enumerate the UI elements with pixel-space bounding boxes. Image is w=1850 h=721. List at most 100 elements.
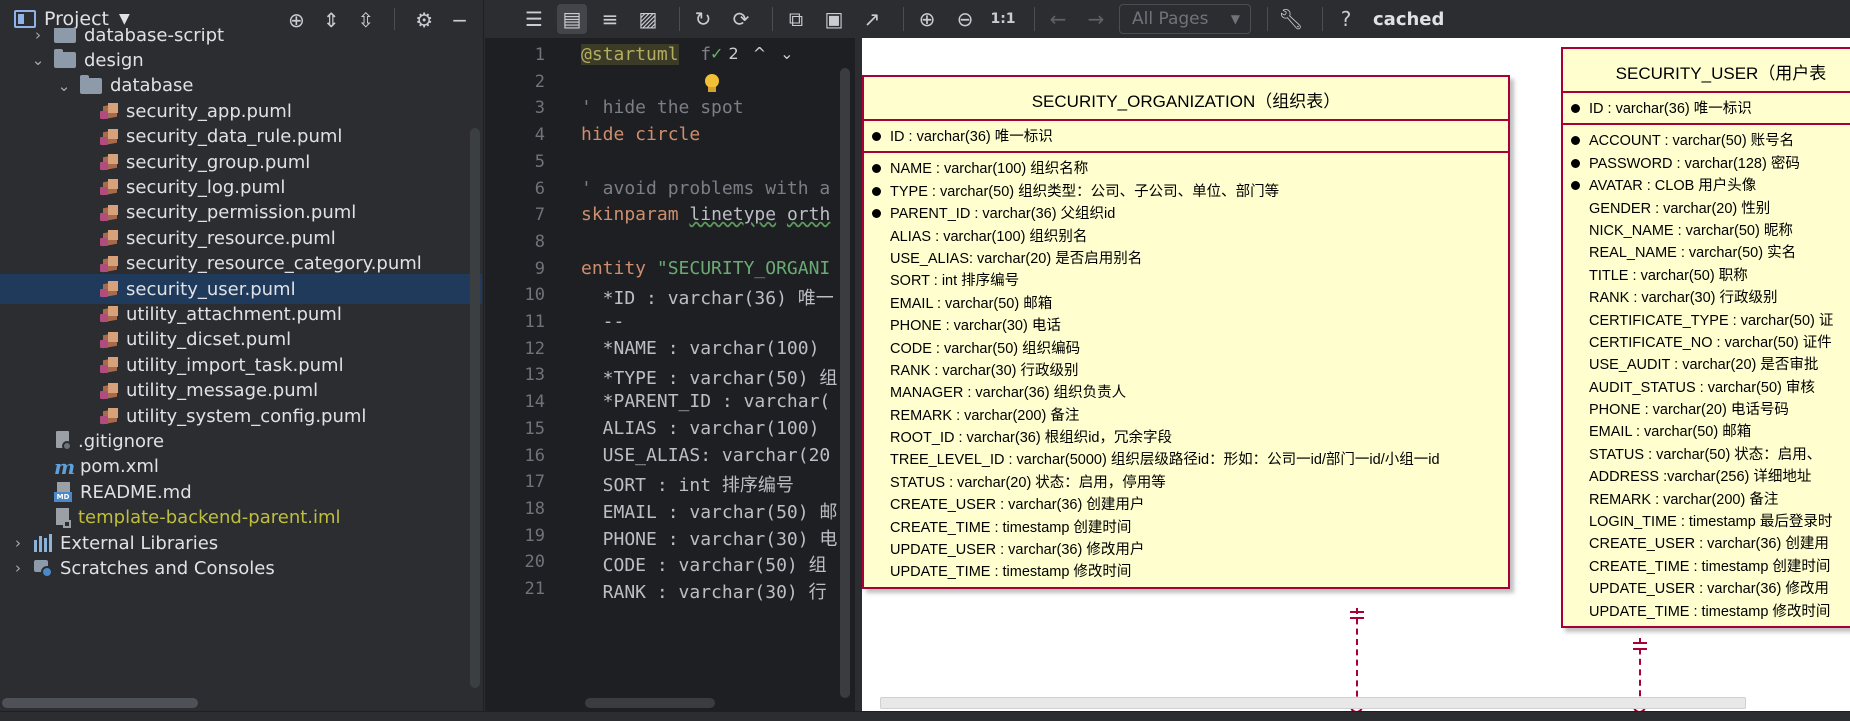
chevron-down-icon[interactable]: ⌄ bbox=[780, 44, 793, 63]
entity-field: ID : varchar(36) 唯一标识 bbox=[1563, 98, 1850, 120]
entity-field: AVATAR : CLOB 用户头像 bbox=[1563, 175, 1850, 197]
tree-item-label: security_group.puml bbox=[126, 151, 311, 173]
tree-item-label: security_resource.puml bbox=[126, 227, 336, 249]
chevron-right-icon[interactable]: › bbox=[10, 559, 26, 577]
entity-field: STATUS : varchar(20) 状态：启用，停用等 bbox=[890, 474, 1166, 491]
entity-field: PASSWORD : varchar(128) 密码 bbox=[1563, 153, 1850, 175]
chevron-right-icon[interactable]: › bbox=[10, 534, 26, 552]
settings-button[interactable]: 🔧︎ bbox=[1276, 4, 1306, 34]
tree-item-label: utility_import_task.puml bbox=[126, 354, 344, 376]
refresh-icon: ↻ bbox=[694, 7, 712, 31]
chevron-down-icon[interactable]: ⌄ bbox=[30, 51, 46, 69]
next-page-button[interactable]: → bbox=[1081, 4, 1111, 34]
reload-button[interactable]: ⟳ bbox=[726, 4, 756, 34]
preview-horizontal-scrollbar[interactable] bbox=[880, 697, 1746, 709]
tree-item-label: security_app.puml bbox=[126, 100, 292, 122]
entity-field: CREATE_USER : varchar(36) 创建用 bbox=[1589, 536, 1829, 553]
line-number: 13 bbox=[524, 365, 545, 386]
tree-item-label: security_log.puml bbox=[126, 176, 286, 198]
editor-horizontal-scrollbar[interactable] bbox=[585, 698, 715, 708]
plantuml-file-icon bbox=[100, 101, 120, 121]
chevron-down-icon[interactable]: ⌄ bbox=[56, 77, 72, 95]
code-line: ALIAS : varchar(100) bbox=[581, 417, 831, 439]
editor-vertical-scrollbar[interactable] bbox=[840, 68, 850, 698]
line-number: 10 bbox=[524, 285, 545, 306]
code-editor[interactable]: 1 2 3 4 5 6 7 8 9 10 11 12 13 14 15 16 17 18 19 20 21 @start… bbox=[485, 38, 855, 711]
preview-only-button[interactable]: ≡ bbox=[595, 4, 625, 34]
project-view-selector[interactable]: Project ▼ bbox=[14, 8, 130, 30]
relationship-mark bbox=[1350, 611, 1364, 613]
help-button[interactable]: ? bbox=[1331, 4, 1361, 34]
lines-icon: ☰ bbox=[525, 7, 543, 31]
code-line: RANK : varchar(30) 行 bbox=[581, 582, 827, 603]
tree-item-label: database bbox=[110, 75, 194, 97]
lightbulb-icon[interactable] bbox=[704, 74, 720, 94]
entity-field: CREATE_TIME : timestamp 创建时间 bbox=[890, 519, 1132, 536]
copy-button[interactable]: ⧉ bbox=[781, 4, 811, 34]
entity-field: TYPE : varchar(50) 组织类型：公司、子公司、单位、部门等 bbox=[864, 181, 1508, 203]
relationship-line bbox=[1356, 608, 1358, 711]
image-button[interactable]: ▨ bbox=[633, 4, 663, 34]
split-icon: ▤ bbox=[562, 7, 582, 31]
image-icon: ▨ bbox=[638, 7, 658, 31]
project-vertical-scrollbar[interactable] bbox=[470, 128, 480, 688]
tree-item-label: security_data_rule.puml bbox=[126, 126, 343, 148]
line-number: 21 bbox=[524, 579, 545, 599]
export-icon: ↗ bbox=[863, 7, 881, 31]
actual-size-button[interactable]: 1:1 bbox=[988, 4, 1018, 34]
project-horizontal-scrollbar[interactable] bbox=[2, 698, 198, 708]
chevron-up-icon[interactable]: ^ bbox=[753, 44, 766, 63]
arrow-right-icon: → bbox=[1087, 7, 1105, 31]
tree-item-label: utility_system_config.puml bbox=[126, 405, 367, 427]
toolbar-separator bbox=[772, 7, 773, 31]
entity-field: STATUS : varchar(50) 状态：启用、 bbox=[1589, 446, 1822, 463]
chevron-right-icon[interactable]: › bbox=[30, 28, 46, 44]
project-panel: Project ▼ ⊕ ⇕ ⇳ ⚙ − › database-script ⌄ des… bbox=[0, 0, 484, 721]
arrow-left-icon: ← bbox=[1049, 7, 1067, 31]
split-view-button[interactable]: ▤ bbox=[557, 4, 587, 34]
code-line: ' hide the spot bbox=[581, 97, 744, 119]
refresh-button[interactable]: ↻ bbox=[688, 4, 718, 34]
plantuml-preview[interactable]: SECURITY_ORGANIZATION（组织表） ID : varchar(… bbox=[862, 38, 1850, 711]
entity-primary-key: ID : varchar(36) 唯一标识 bbox=[1563, 93, 1850, 123]
plantuml-file-icon bbox=[100, 304, 120, 324]
folder-icon bbox=[80, 74, 102, 94]
tree-item[interactable]: › Scratches and Consoles bbox=[0, 553, 484, 583]
toolbar-separator bbox=[679, 7, 680, 31]
zoom-in-button[interactable]: ⊕ bbox=[912, 4, 942, 34]
save-button[interactable]: ▣ bbox=[819, 4, 849, 34]
inspection-widget[interactable]: ✓ 2 ^ ⌄ bbox=[710, 44, 794, 63]
wrench-icon: 🔧︎ bbox=[1278, 7, 1304, 31]
prev-page-button[interactable]: ← bbox=[1043, 4, 1073, 34]
toolbar-separator bbox=[1322, 7, 1323, 31]
pages-select-value: All Pages bbox=[1132, 9, 1209, 29]
line-number: 7 bbox=[534, 205, 545, 226]
entity-security-organization: SECURITY_ORGANIZATION（组织表） ID : varchar(… bbox=[862, 75, 1510, 589]
entity-field: UPDATE_USER : varchar(36) 修改用户 bbox=[890, 542, 1145, 559]
entity-field: PHONE : varchar(30) 电话 bbox=[890, 318, 1061, 335]
relationship-mark bbox=[1633, 642, 1647, 644]
entity-field: MANAGER : varchar(36) 组织负责人 bbox=[890, 385, 1127, 402]
plantuml-file-icon bbox=[100, 355, 120, 375]
tree-item-label: Scratches and Consoles bbox=[60, 557, 275, 579]
entity-field: LOGIN_TIME : timestamp 最后登录时 bbox=[1589, 514, 1833, 531]
code-line: *ID : varchar(36) 唯一 bbox=[581, 288, 834, 310]
question-icon: ? bbox=[1340, 7, 1352, 31]
tree-item-label: security_permission.puml bbox=[126, 202, 357, 224]
editor-only-button[interactable]: ☰ bbox=[519, 4, 549, 34]
entity-field: UPDATE_TIME : timestamp 修改时间 bbox=[1589, 603, 1831, 620]
actual-size-label: 1:1 bbox=[990, 11, 1016, 27]
pages-select[interactable]: All Pages ▼ bbox=[1119, 4, 1251, 34]
plantuml-file-icon bbox=[100, 279, 120, 299]
folder-icon bbox=[54, 49, 76, 69]
markdown-file-icon: MD bbox=[54, 482, 74, 503]
entity-field: CERTIFICATE_NO : varchar(50) 证件 bbox=[1589, 334, 1832, 351]
zoom-out-button[interactable]: ⊖ bbox=[950, 4, 980, 34]
export-button[interactable]: ↗ bbox=[857, 4, 887, 34]
line-number: 2 bbox=[534, 71, 545, 92]
entity-fields: ACCOUNT : varchar(50) 账号名 PASSWORD : varc… bbox=[1563, 125, 1850, 626]
line-number-gutter: 1 2 3 4 5 6 7 8 9 10 11 12 13 14 15 16 17 18 19 20 21 bbox=[485, 38, 575, 711]
tree-item-label: .gitignore bbox=[78, 430, 165, 452]
project-icon bbox=[14, 10, 36, 28]
entity-field: UPDATE_USER : varchar(36) 修改用 bbox=[1589, 581, 1829, 598]
